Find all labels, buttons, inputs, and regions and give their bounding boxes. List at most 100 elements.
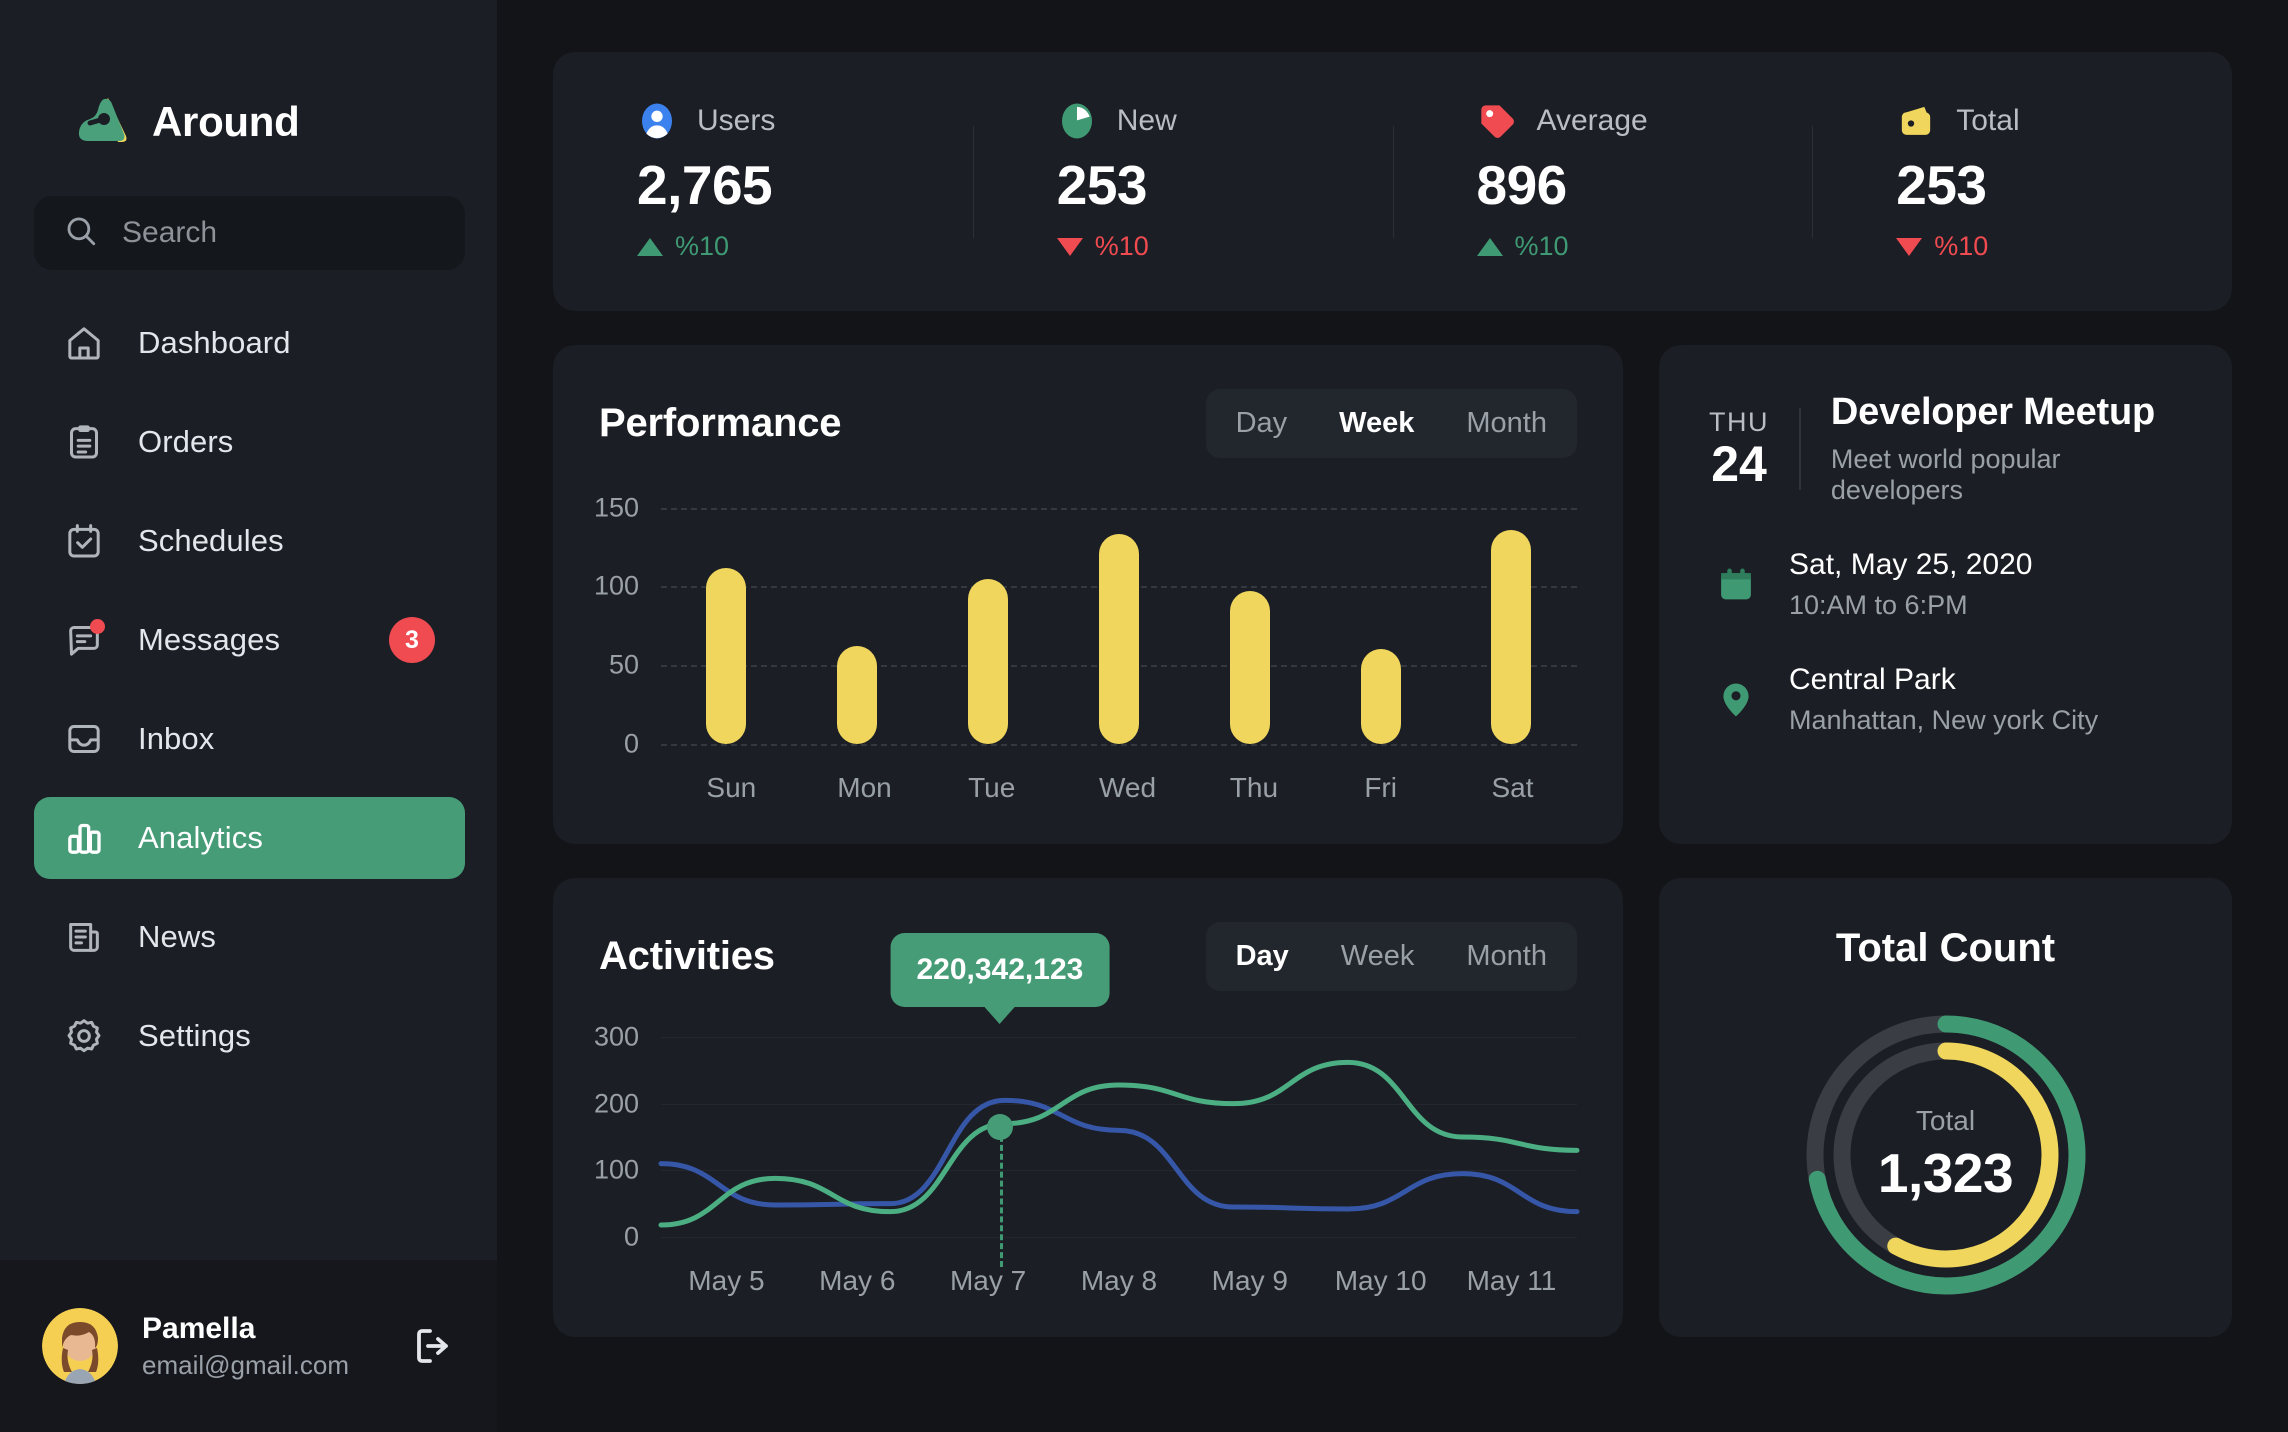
- tab-week[interactable]: Week: [1313, 393, 1440, 454]
- y-axis-label: 0: [623, 1221, 639, 1252]
- home-icon: [64, 323, 104, 363]
- event-card: THU 24 Developer Meetup Meet world popul…: [1659, 345, 2232, 844]
- sidebar-item-label: Inbox: [138, 721, 215, 756]
- performance-chart: 0 50 100 150 Sun Mon Tue Wed Thu Fri Sat: [553, 458, 1623, 844]
- x-axis-label: May 11: [1466, 1265, 1557, 1296]
- event-date-block: THU 24: [1709, 407, 1769, 491]
- tab-week[interactable]: Week: [1315, 926, 1441, 987]
- activities-chart: 0 100 200 300 220,342,123 May 5 May 6 May 7 May…: [553, 933, 1623, 1337]
- stat-head: Average: [1477, 101, 1813, 141]
- bar-tue[interactable]: [968, 578, 1009, 744]
- line-chart-x-axis: May 5 May 6 May 7 May 8 May 9 May 10 May 11: [661, 1265, 1577, 1297]
- line-chart-plot: 0 100 200 300 220,342,123: [594, 933, 1577, 1267]
- stat-head: Total: [1896, 101, 2232, 141]
- sidebar: Around Dashboard: [0, 0, 497, 1432]
- donut-chart: Total 1,323: [1796, 1005, 2096, 1305]
- bar-thu[interactable]: [1229, 591, 1270, 744]
- event-subtitle: Meet world popular developers: [1830, 444, 2061, 505]
- bar-fri[interactable]: [1360, 649, 1401, 744]
- tooltip-marker[interactable]: [986, 1114, 1013, 1140]
- trend-up-icon: [637, 237, 663, 256]
- bar-wed[interactable]: [1098, 534, 1139, 744]
- donut-label: Total: [1915, 1105, 1976, 1136]
- messages-badge: 3: [389, 617, 435, 663]
- x-axis-label: Thu: [1229, 772, 1279, 803]
- event-datetime-text: Sat, May 25, 2020 10:AM to 6:PM: [1789, 548, 2033, 621]
- stat-value: 896: [1476, 154, 1568, 216]
- stat-delta: %10: [1056, 231, 1393, 262]
- divider: [1799, 407, 1801, 490]
- y-axis-label: 50: [608, 649, 639, 680]
- sidebar-item-label: Settings: [138, 1018, 251, 1053]
- donut-center: Total 1,323: [1796, 1005, 2096, 1305]
- line-series-green: [661, 1062, 1577, 1225]
- performance-range-tabs: Day Week Month: [1205, 389, 1577, 458]
- total-count-card: Total Count Total 1,323: [1659, 878, 2232, 1337]
- activities-range-tabs: Day Week Month: [1205, 922, 1577, 991]
- around-logo-icon: [74, 96, 130, 148]
- stat-delta: %10: [1896, 231, 2232, 262]
- activities-title: Activities: [599, 934, 775, 978]
- x-axis-label: May 7: [949, 1265, 1027, 1296]
- message-alert-dot-icon: [90, 619, 105, 634]
- search-icon: [64, 214, 98, 253]
- sidebar-item-dashboard[interactable]: Dashboard: [34, 302, 465, 384]
- stat-label: Total: [1956, 104, 2020, 137]
- profile-name: Pamella: [142, 1311, 256, 1345]
- stat-head: Users: [637, 101, 973, 141]
- bar-chart-plot: 0 50 100 150: [594, 484, 1577, 759]
- logout-icon[interactable]: [409, 1322, 457, 1370]
- event-header: THU 24 Developer Meetup Meet world popul…: [1709, 391, 2182, 506]
- x-axis-label: May 8: [1080, 1265, 1158, 1296]
- map-pin-icon: [1709, 673, 1763, 727]
- stat-new: New 253 %10: [973, 101, 1393, 262]
- bar-mon[interactable]: [837, 646, 878, 744]
- tooltip-guide-line: [999, 1127, 1003, 1267]
- sidebar-item-news[interactable]: News: [34, 896, 465, 978]
- event-location-row: Central Park Manhattan, New york City: [1709, 663, 2182, 736]
- search-input[interactable]: [122, 216, 435, 250]
- event-date: Sat, May 25, 2020: [1789, 548, 2033, 581]
- bar-chart-icon: [64, 818, 104, 858]
- y-axis-label: 300: [593, 1021, 639, 1052]
- tab-month[interactable]: Month: [1440, 393, 1573, 454]
- donut-value: 1,323: [1877, 1142, 2014, 1204]
- trend-down-icon: [1896, 237, 1923, 256]
- profile-email: email@gmail.com: [142, 1349, 349, 1380]
- sidebar-item-messages[interactable]: Messages 3: [34, 599, 465, 681]
- sidebar-item-schedules[interactable]: Schedules: [34, 500, 465, 582]
- x-axis-label: Sun: [706, 772, 757, 803]
- calendar-check-icon: [64, 521, 104, 561]
- x-axis-label: Sat: [1491, 772, 1534, 803]
- tag-icon: [1477, 101, 1517, 141]
- event-place: Central Park: [1789, 663, 1956, 696]
- stat-delta-value: %10: [1934, 231, 1989, 261]
- tab-day[interactable]: Day: [1210, 393, 1314, 454]
- tab-month[interactable]: Month: [1440, 926, 1573, 987]
- sidebar-item-settings[interactable]: Settings: [34, 995, 465, 1077]
- bar-chart-x-axis: Sun Mon Tue Wed Thu Fri Sat: [661, 772, 1577, 804]
- bar-sat[interactable]: [1491, 529, 1532, 744]
- stat-users: Users 2,765 %10: [553, 101, 973, 262]
- user-icon: [637, 101, 677, 141]
- sidebar-item-analytics[interactable]: Analytics: [34, 797, 465, 879]
- sidebar-item-orders[interactable]: Orders: [34, 401, 465, 483]
- event-title-block: Developer Meetup Meet world popular deve…: [1831, 391, 2182, 506]
- row-performance: Performance Day Week Month 0 50 100 150 Sun…: [553, 345, 2232, 844]
- inbox-icon: [64, 719, 104, 759]
- x-axis-label: Fri: [1364, 772, 1397, 803]
- sidebar-item-inbox[interactable]: Inbox: [34, 698, 465, 780]
- bar-sun[interactable]: [706, 567, 747, 744]
- stat-value: 2,765: [637, 154, 773, 216]
- sidebar-item-label: Analytics: [138, 820, 263, 855]
- sidebar-item-label: Messages: [138, 622, 281, 657]
- search-box[interactable]: [34, 196, 465, 270]
- stat-label: Average: [1536, 104, 1648, 137]
- user-profile[interactable]: Pamella email@gmail.com: [0, 1260, 497, 1432]
- sidebar-item-label: Dashboard: [138, 325, 291, 360]
- sidebar-item-label: Schedules: [138, 523, 284, 558]
- profile-text: Pamella email@gmail.com: [142, 1312, 349, 1381]
- event-body: THU 24 Developer Meetup Meet world popul…: [1659, 345, 2232, 782]
- page-title: Performance: [599, 401, 842, 445]
- tab-day[interactable]: Day: [1210, 926, 1315, 987]
